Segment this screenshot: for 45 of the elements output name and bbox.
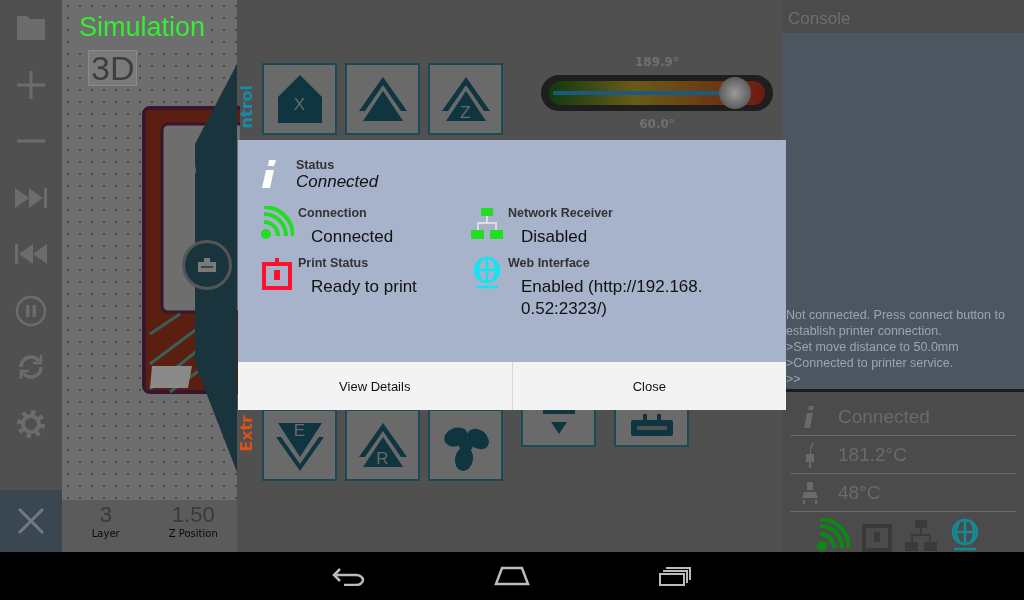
jog-button[interactable]: R xyxy=(345,409,420,481)
temperature-slider[interactable] xyxy=(541,75,773,111)
jog-button[interactable]: E xyxy=(262,409,337,481)
item-value: Enabled (http://192.168.0.52:2323/) xyxy=(521,276,704,320)
heated-bed-icon xyxy=(800,479,820,506)
section-label: ntrol xyxy=(237,85,254,129)
log-line: >> xyxy=(786,371,802,387)
view-3d-toggle[interactable]: 3D xyxy=(88,50,138,86)
info-icon xyxy=(260,160,278,190)
section-label: Extr xyxy=(237,415,254,452)
settings-icon xyxy=(15,407,47,440)
toolbox-icon xyxy=(198,258,216,272)
minus-icon xyxy=(15,139,47,144)
close-button[interactable] xyxy=(0,490,62,552)
close-icon xyxy=(16,506,46,536)
axis-label: E xyxy=(292,421,307,441)
item-label: Web Interface xyxy=(508,256,591,270)
plus-icon xyxy=(15,68,47,101)
dialog-button[interactable]: View Details xyxy=(238,362,512,410)
jog-button[interactable]: Z xyxy=(428,63,503,135)
recent-apps-icon[interactable] xyxy=(658,566,692,586)
axis-label: Z xyxy=(459,103,472,123)
slider-thumb[interactable] xyxy=(718,77,751,109)
item-label: Print Status xyxy=(298,256,370,270)
signal-icon[interactable] xyxy=(816,518,850,552)
pause-icon xyxy=(15,294,47,327)
network-icon[interactable] xyxy=(904,518,938,552)
item-value: Ready to print xyxy=(311,276,418,298)
dialog-button[interactable]: Close xyxy=(511,362,786,410)
log-line: >Connected to printer service. xyxy=(786,355,955,371)
axis-label: X xyxy=(292,95,307,115)
status-value: Connected xyxy=(296,172,379,192)
home-icon[interactable] xyxy=(494,566,530,586)
back-icon[interactable] xyxy=(332,566,366,586)
item-label: Connection xyxy=(298,206,368,220)
item-label: Network Receiver xyxy=(508,206,614,220)
stat-label: Layer xyxy=(91,528,120,539)
jog-button[interactable]: X xyxy=(262,63,337,135)
status-label: Status xyxy=(296,158,336,172)
item-value: Disabled xyxy=(521,226,589,248)
log-line: >Set move distance to 50.0mm xyxy=(786,339,960,355)
log-line: Not connected. Press connect button to establish printer connection. xyxy=(786,307,1006,339)
item-value: Connected xyxy=(311,226,395,248)
axis-label: R xyxy=(375,449,390,469)
stat-label: Z Position xyxy=(168,528,218,539)
